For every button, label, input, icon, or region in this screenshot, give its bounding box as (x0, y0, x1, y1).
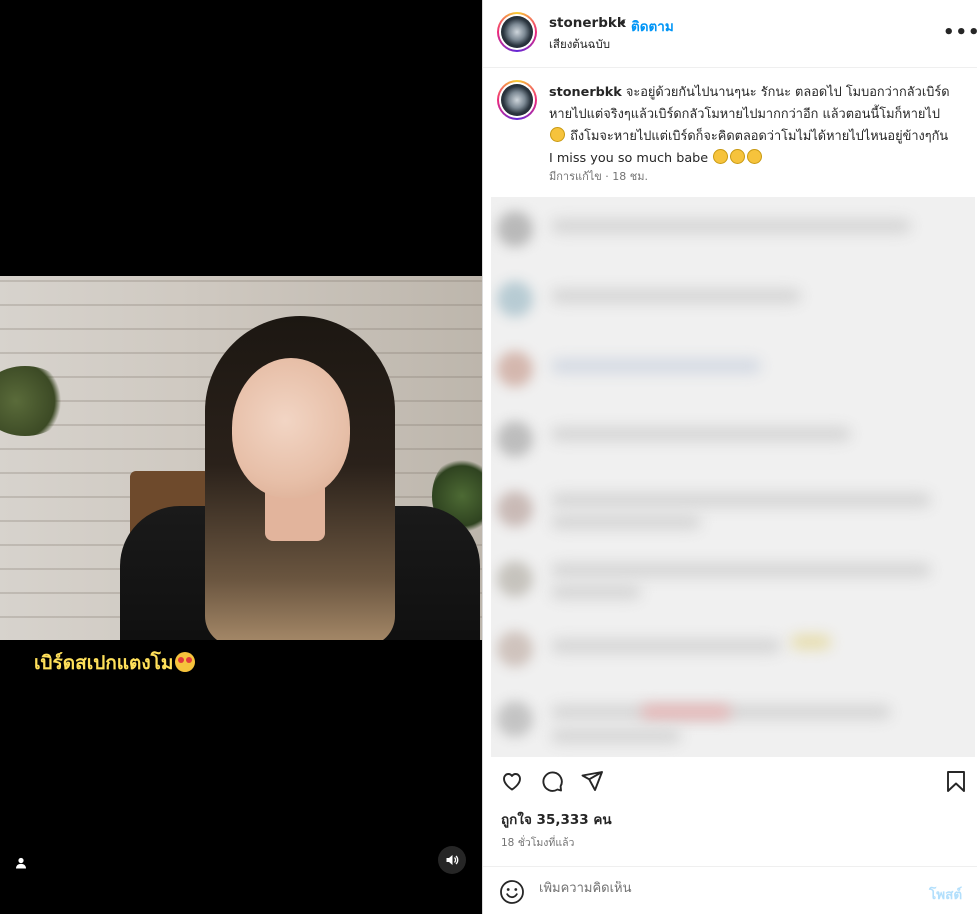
likes-count[interactable]: ถูกใจ 35,333 คน (501, 808, 612, 830)
disappointed-face-emoji-icon (730, 149, 746, 164)
comment-row (491, 267, 975, 337)
smile-icon (500, 880, 524, 904)
video-frame (0, 276, 482, 640)
comment-row (491, 197, 975, 267)
comment-button[interactable] (539, 768, 565, 794)
comment-icon (542, 771, 563, 792)
video-subtitle-text: เบิร์ดสเปกแตงโม (34, 652, 174, 674)
speaker-icon (446, 855, 459, 865)
comment-row (491, 407, 975, 477)
user-tag-button[interactable] (8, 850, 34, 876)
save-button[interactable] (943, 768, 969, 794)
user-tag-icon (16, 857, 26, 869)
more-options-button[interactable]: ••• (943, 22, 977, 43)
comment-row (491, 337, 975, 407)
author-avatar[interactable] (497, 12, 537, 52)
emoji-picker-button[interactable] (499, 879, 525, 905)
post-timestamp[interactable]: 18 ชั่วโมงที่แล้ว (501, 834, 574, 851)
instagram-post-modal: เบิร์ดสเปกแตงโม stonerbkk • ติดตาม เสียง… (0, 0, 977, 914)
post-details-panel: stonerbkk • ติดตาม เสียงต้นฉบับ ••• ston… (482, 0, 977, 914)
caption-username[interactable]: stonerbkk (549, 85, 622, 100)
video-subtitle: เบิร์ดสเปกแตงโม (34, 648, 196, 678)
share-button[interactable] (579, 768, 605, 794)
kiss-face-emoji-icon (747, 149, 763, 164)
heart-icon (503, 773, 521, 791)
caption-avatar[interactable] (497, 80, 537, 120)
more-icon: ••• (943, 22, 977, 43)
author-username[interactable]: stonerbkk (549, 15, 626, 31)
avatar-image (501, 16, 533, 48)
video-player[interactable]: เบิร์ดสเปกแตงโม (0, 0, 482, 914)
original-audio-link[interactable]: เสียงต้นฉบับ (549, 36, 610, 54)
sad-face-emoji-icon (550, 127, 565, 142)
share-icon (581, 771, 603, 791)
post-header: stonerbkk • ติดตาม เสียงต้นฉบับ ••• (483, 0, 977, 68)
separator-dot: • (619, 15, 627, 31)
follow-button[interactable]: ติดตาม (631, 15, 674, 37)
bookmark-icon (947, 771, 965, 792)
heart-eyes-emoji-icon (175, 652, 196, 672)
add-comment-bar: โพสต์ (483, 866, 977, 914)
like-button[interactable] (499, 768, 525, 794)
post-comment-button[interactable]: โพสต์ (929, 883, 962, 905)
comment-row (491, 477, 975, 547)
comments-list-blurred (491, 197, 975, 757)
sound-toggle-button[interactable] (438, 846, 466, 874)
post-caption: stonerbkk จะอยู่ด้วยกันไปนานๆนะ รักนะ ตล… (549, 82, 954, 170)
caption-meta: มีการแก้ไข · 18 ชม. (549, 170, 648, 183)
post-actions-bar (483, 762, 977, 802)
comment-row (491, 617, 975, 687)
comment-row (491, 547, 975, 617)
comment-input[interactable] (539, 881, 909, 896)
avatar-image (501, 84, 533, 116)
comment-row (491, 687, 975, 757)
crying-face-emoji-icon (713, 149, 729, 164)
person-face (232, 358, 350, 498)
